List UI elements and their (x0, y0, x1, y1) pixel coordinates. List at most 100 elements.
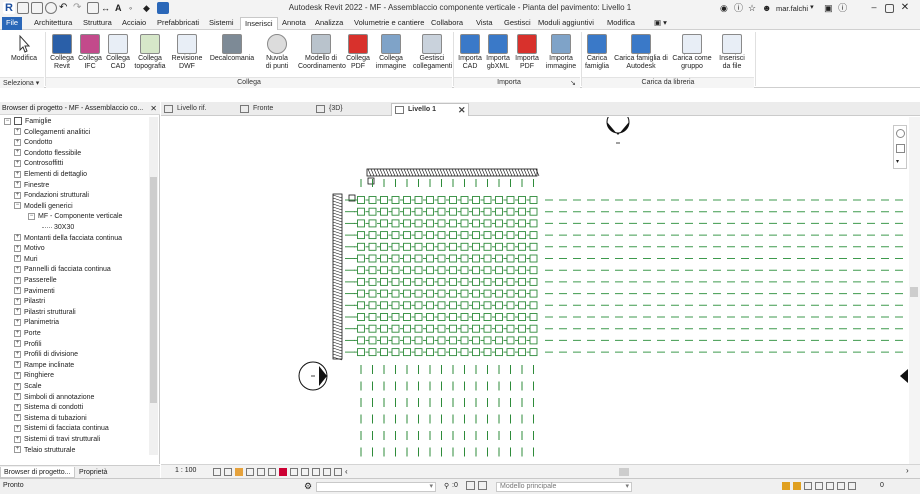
tree-item[interactable]: + Sistemi di facciata continua (14, 424, 109, 435)
tree-item[interactable]: + Pavimenti (14, 287, 55, 298)
tab-acciaio[interactable]: Acciaio (118, 17, 150, 30)
drag-elements-icon[interactable] (826, 482, 834, 490)
tree-item[interactable]: + Condotto (14, 138, 52, 149)
expand-icon[interactable]: + (14, 382, 21, 390)
design-options-icon[interactable] (478, 481, 487, 490)
decal-button[interactable]: Decalcomania (206, 34, 258, 63)
tab-file[interactable]: File (2, 17, 23, 30)
tree-item[interactable]: + Pilastri (14, 297, 45, 308)
cart-icon[interactable]: ▣ (824, 2, 836, 14)
expand-icon[interactable]: + (14, 425, 21, 433)
expand-icon[interactable]: + (14, 234, 21, 242)
maximize-icon[interactable] (885, 3, 894, 13)
floor-plan-drawing[interactable] (161, 110, 910, 464)
tree-item[interactable]: + Telaio strutturale (14, 446, 75, 457)
expand-icon[interactable]: + (14, 372, 21, 380)
tab-annota[interactable]: Annota (278, 17, 310, 30)
help-icon[interactable]: ⓘ (838, 2, 850, 14)
tree-item[interactable]: − Modelli generici (14, 202, 73, 213)
tree-item[interactable]: + Condotto flessibile (14, 149, 81, 160)
tab-prefabbricati[interactable]: Prefabbricati (153, 17, 203, 30)
link-topography-button[interactable]: Collega topografia (131, 34, 169, 71)
expand-icon[interactable]: + (14, 287, 21, 295)
info-icon[interactable]: ⓘ (734, 2, 746, 14)
selection-panel-label[interactable]: Seleziona ▾ (3, 79, 39, 87)
filter-icon[interactable] (848, 482, 856, 490)
tree-item[interactable]: − MF - Componente verticale (28, 212, 122, 223)
star-icon[interactable]: ☆ (748, 2, 760, 14)
analytical-model-icon[interactable] (312, 468, 320, 476)
select-by-face-icon[interactable] (815, 482, 823, 490)
tab-sistemi[interactable]: Sistemi (205, 17, 238, 30)
import-gbxml-button[interactable]: Importa gbXML (484, 34, 512, 71)
visual-style-icon[interactable] (224, 468, 232, 476)
expand-icon[interactable]: + (14, 170, 21, 178)
link-image-button[interactable]: Collega immagine (373, 34, 409, 71)
canvas-vscroll-thumb[interactable] (910, 287, 918, 297)
expand-icon[interactable]: + (14, 138, 21, 146)
dwf-markup-button[interactable]: Revisione DWF (170, 34, 204, 71)
tree-item-famiglie[interactable]: − Famiglie (4, 117, 51, 128)
collapse-icon[interactable]: − (14, 202, 21, 210)
select-pinned-icon[interactable] (804, 482, 812, 490)
link-cad-button[interactable]: Collega CAD (104, 34, 132, 71)
import-panel-launcher-icon[interactable]: ↘ (570, 79, 576, 87)
expand-icon[interactable]: + (14, 255, 21, 263)
tree-item[interactable]: + Collegamenti analitici (14, 128, 90, 139)
tab-collabora[interactable]: Collabora (427, 17, 467, 30)
tab-gestisci[interactable]: Gestisci (500, 17, 535, 30)
tree-item[interactable]: + Ringhiere (14, 371, 54, 382)
expand-icon[interactable]: + (14, 276, 21, 284)
select-links-icon[interactable] (782, 482, 790, 490)
user-icon[interactable]: ☻ (762, 2, 774, 14)
coordination-model-button[interactable]: Modello di Coordinamento (298, 34, 346, 71)
tree-item[interactable]: + Motivo (14, 244, 45, 255)
expand-icon[interactable]: + (14, 244, 21, 252)
expand-icon[interactable]: + (14, 350, 21, 358)
editable-only-icon[interactable]: ⚲ (444, 482, 449, 490)
binoculars-icon[interactable]: ◉ (720, 2, 732, 14)
expand-icon[interactable]: + (14, 181, 21, 189)
workset-select[interactable]: ▾ (316, 482, 436, 492)
worksharing-icon[interactable] (301, 468, 309, 476)
expand-icon[interactable]: + (14, 414, 21, 422)
tab-properties[interactable]: Proprietà (76, 467, 110, 478)
tab-analizza[interactable]: Analizza (311, 17, 347, 30)
design-option-select[interactable]: Modello principale ▾ (496, 482, 632, 492)
worksets-icon[interactable]: ⚙ (304, 481, 312, 492)
view-scale[interactable]: 1 : 100 (175, 467, 196, 474)
manage-links-button[interactable]: Gestisci collegamenti (413, 34, 452, 71)
tree-item[interactable]: + Sistema di tubazioni (14, 414, 87, 425)
tab-volumetrie[interactable]: Volumetrie e cantiere (350, 17, 428, 30)
link-ifc-button[interactable]: Collega IFC (76, 34, 104, 71)
tab-vista[interactable]: Vista (472, 17, 497, 30)
tree-item[interactable]: + Muri (14, 255, 38, 266)
import-image-button[interactable]: Importa immagine (543, 34, 579, 71)
tree-item[interactable]: + Elementi di dettaglio (14, 170, 87, 181)
link-revit-button[interactable]: Collega Revit (48, 34, 76, 71)
import-cad-button[interactable]: Importa CAD (456, 34, 484, 71)
close-icon[interactable]: ✕ (150, 102, 157, 115)
detail-level-icon[interactable] (213, 468, 221, 476)
crop-view-icon[interactable] (257, 468, 265, 476)
tree-item[interactable]: + Porte (14, 329, 41, 340)
expand-icon[interactable]: + (14, 128, 21, 136)
view-tab-3d[interactable]: {3D} (313, 103, 387, 116)
tab-project-browser[interactable]: Browser di progetto... (0, 467, 75, 478)
chevron-down-icon[interactable]: ▾ (810, 2, 822, 14)
shadows-icon[interactable] (246, 468, 254, 476)
highlight-displacement-icon[interactable] (323, 468, 331, 476)
tree-item[interactable]: + Passerelle (14, 276, 57, 287)
design-options-icon[interactable] (466, 481, 475, 490)
expand-icon[interactable]: + (14, 266, 21, 274)
zoom-icon[interactable] (896, 144, 905, 153)
point-cloud-button[interactable]: Nuvola di punti (262, 34, 292, 71)
select-underlay-icon[interactable] (793, 482, 801, 490)
view-tab-livello-1[interactable]: Livello 1 ✕ (391, 103, 469, 116)
canvas-horizontal-scrollbar[interactable]: 1 : 100 ‹ › (161, 464, 920, 478)
import-pdf-button[interactable]: Importa PDF (512, 34, 542, 71)
tab-struttura[interactable]: Struttura (79, 17, 116, 30)
sun-path-icon[interactable] (235, 468, 243, 476)
browser-scroll-thumb[interactable] (150, 177, 157, 403)
tree-item[interactable]: + Controsoffitti (14, 159, 63, 170)
